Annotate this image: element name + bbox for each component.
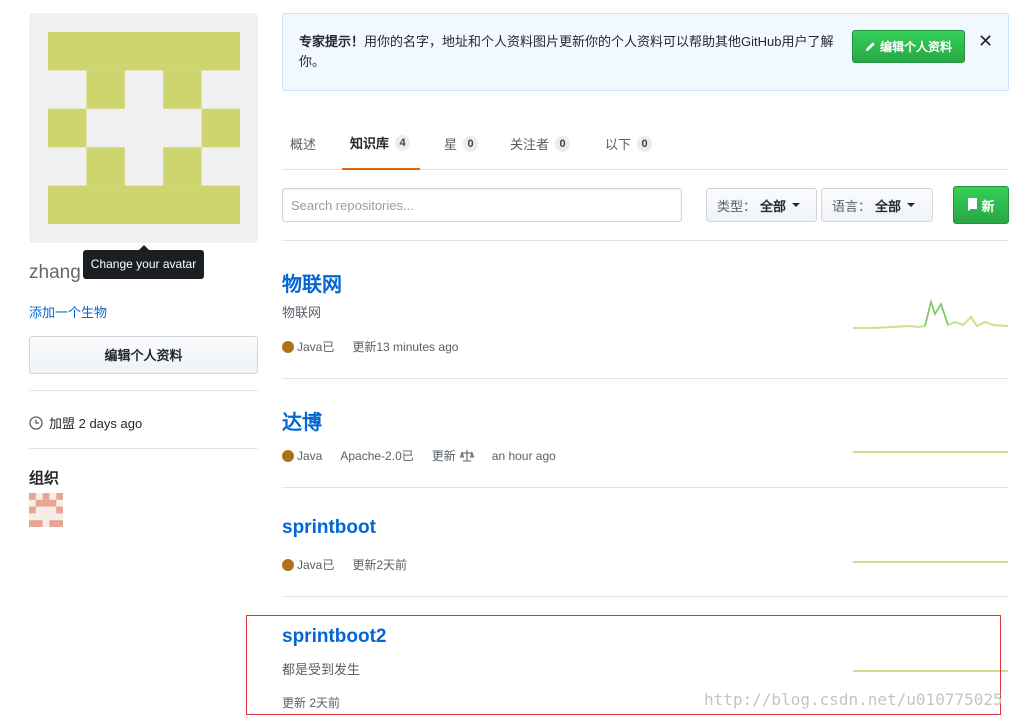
tab-label: 以下 (605, 137, 632, 152)
tab-label: 知识库 (350, 136, 390, 151)
type-filter-value: 全部 (760, 198, 787, 214)
tab-overview[interactable]: 概述 (282, 117, 324, 170)
list-divider (282, 596, 1009, 597)
pro-tip-bold: 专家提示！ (299, 34, 365, 49)
username: zhang (29, 262, 81, 283)
pencil-icon (865, 42, 875, 52)
tab-stars[interactable]: 星 0 (436, 117, 486, 170)
joined-info: 加盟 2 days ago (29, 413, 142, 432)
repo-meta: Java Apache-2.0已 更新 an hour ago (282, 447, 556, 464)
tab-followers[interactable]: 关注者 0 (502, 117, 578, 170)
activity-sparkline (853, 561, 1008, 563)
language-filter-select[interactable]: 语言： 全部 (821, 188, 933, 222)
activity-sparkline (853, 451, 1008, 453)
tab-label: 星 (444, 137, 458, 152)
sidebar-divider (29, 390, 258, 391)
repo-meta: Java已 更新2天前 (282, 556, 407, 573)
repo-license: Apache-2.0已 (340, 449, 414, 463)
profile-avatar[interactable] (29, 13, 258, 243)
repo-language: Java已 (297, 558, 335, 572)
repo-name-link[interactable]: 达博 (282, 406, 322, 435)
joined-text: 加盟 2 days ago (49, 416, 143, 431)
repo-updated: 更新13 minutes ago (352, 340, 459, 354)
language-filter-label: 语言： (832, 198, 872, 214)
language-filter-value: 全部 (875, 198, 902, 214)
tip-edit-profile-button[interactable]: 编辑个人资料 (852, 30, 965, 63)
list-divider (282, 378, 1009, 379)
activity-sparkline (853, 298, 1008, 329)
chevron-down-icon (907, 203, 916, 207)
tab-counter: 0 (555, 135, 571, 152)
new-repository-label: 新 (981, 198, 995, 214)
search-repositories-input[interactable] (282, 188, 682, 222)
clock-icon (29, 415, 43, 430)
law-scale-icon (459, 449, 474, 462)
repo-language: Java (297, 448, 323, 463)
repo-icon (968, 198, 978, 211)
repo-updated-prefix: 更新 (431, 449, 456, 463)
repo-updated: an hour ago (491, 448, 556, 463)
tab-counter: 4 (395, 134, 411, 151)
tab-label: 关注者 (510, 137, 550, 152)
java-language-dot (282, 558, 294, 571)
organization-avatar[interactable] (29, 493, 63, 532)
tab-repositories[interactable]: 知识库 4 (342, 117, 420, 170)
repo-name-link[interactable]: sprintboot (282, 517, 376, 539)
java-language-dot (282, 449, 294, 462)
identicon-avatar (48, 32, 240, 224)
watermark-text: http://blog.csdn.net/u010775025 (704, 690, 1003, 709)
chevron-down-icon (792, 203, 801, 207)
tab-counter: 0 (463, 135, 479, 152)
change-avatar-tooltip: Change your avatar (83, 245, 204, 279)
add-bio-link[interactable]: 添加一个生物 (29, 302, 107, 321)
close-icon[interactable]: ✕ (978, 31, 993, 52)
type-filter-label: 类型： (717, 198, 757, 214)
org-identicon-icon (29, 493, 63, 527)
repo-updated: 更新2天前 (352, 558, 408, 572)
tab-label: 概述 (290, 137, 317, 152)
organizations-title: 组织 (29, 470, 60, 487)
list-divider (282, 240, 1009, 241)
repo-meta: Java已 更新13 minutes ago (282, 338, 458, 355)
new-repository-button[interactable]: 新 (953, 186, 1009, 224)
repo-name-link[interactable]: 物联网 (282, 268, 342, 297)
profile-tabs: 概述 知识库 4 星 0 关注者 0 以下 0 (282, 117, 1009, 170)
edit-profile-button[interactable]: 编辑个人资料 (29, 336, 258, 374)
list-divider (282, 487, 1009, 488)
tip-edit-profile-label: 编辑个人资料 (879, 40, 952, 54)
pro-tip-banner: 专家提示！用你的名字，地址和个人资料图片更新你的个人资料可以帮助其他GitHub… (282, 13, 1009, 91)
pro-tip-message: 用你的名字，地址和个人资料图片更新你的个人资料可以帮助其他GitHub用户了解你… (299, 34, 834, 69)
tab-counter: 0 (637, 135, 653, 152)
repo-description: 物联网 (282, 305, 322, 320)
repo-language: Java已 (297, 340, 335, 354)
pro-tip-text: 专家提示！用你的名字，地址和个人资料图片更新你的个人资料可以帮助其他GitHub… (299, 32, 839, 72)
sidebar-divider (29, 448, 258, 449)
tab-following[interactable]: 以下 0 (597, 117, 660, 170)
type-filter-select[interactable]: 类型： 全部 (706, 188, 817, 222)
java-language-dot (282, 340, 294, 353)
